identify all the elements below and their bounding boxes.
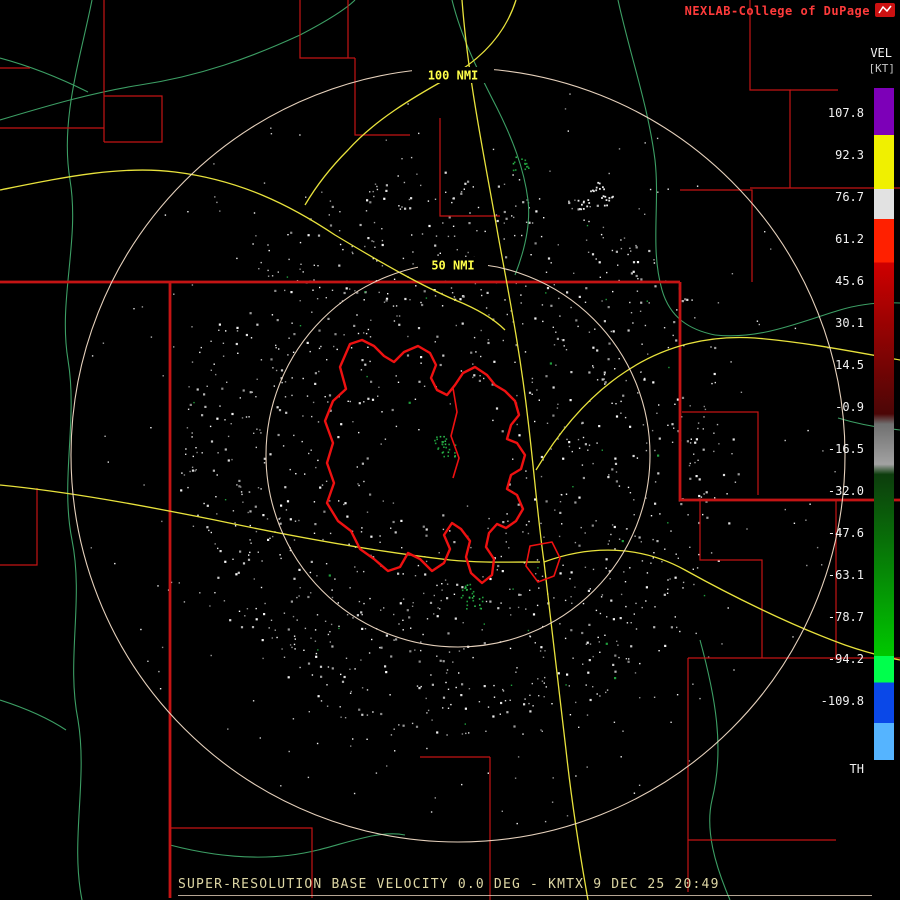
- legend-threshold-label: TH: [849, 762, 864, 776]
- promontory-line: [450, 387, 460, 479]
- radar-map-canvas: 100 NMI 50 NMI: [0, 0, 900, 900]
- legend-units: [KT]: [868, 62, 896, 75]
- product-caption: SUPER-RESOLUTION BASE VELOCITY 0.0 DEG -…: [178, 877, 720, 892]
- brand-text: NEXLAB-College of DuPage: [684, 4, 870, 18]
- radar-display: 100 NMI 50 NMI NEXLAB-College of DuPage …: [0, 0, 900, 900]
- ring-labels-layer: 100 NMI 50 NMI: [412, 67, 494, 273]
- ring-label-100nmi: 100 NMI: [428, 69, 479, 83]
- highway-i84-west: [0, 169, 506, 331]
- highway-i84-north: [304, 0, 517, 206]
- radar-echoes: [90, 93, 836, 825]
- velocity-colorbar: [874, 88, 894, 760]
- highway-i15: [461, 0, 589, 900]
- caption-underline: [178, 895, 872, 896]
- lake-outline-layer: [323, 338, 561, 585]
- ring-label-50nmi: 50 NMI: [431, 259, 474, 273]
- state-borders-layer: [0, 280, 900, 898]
- legend-title: VEL: [870, 46, 892, 60]
- nexlab-logo-icon: [875, 3, 895, 17]
